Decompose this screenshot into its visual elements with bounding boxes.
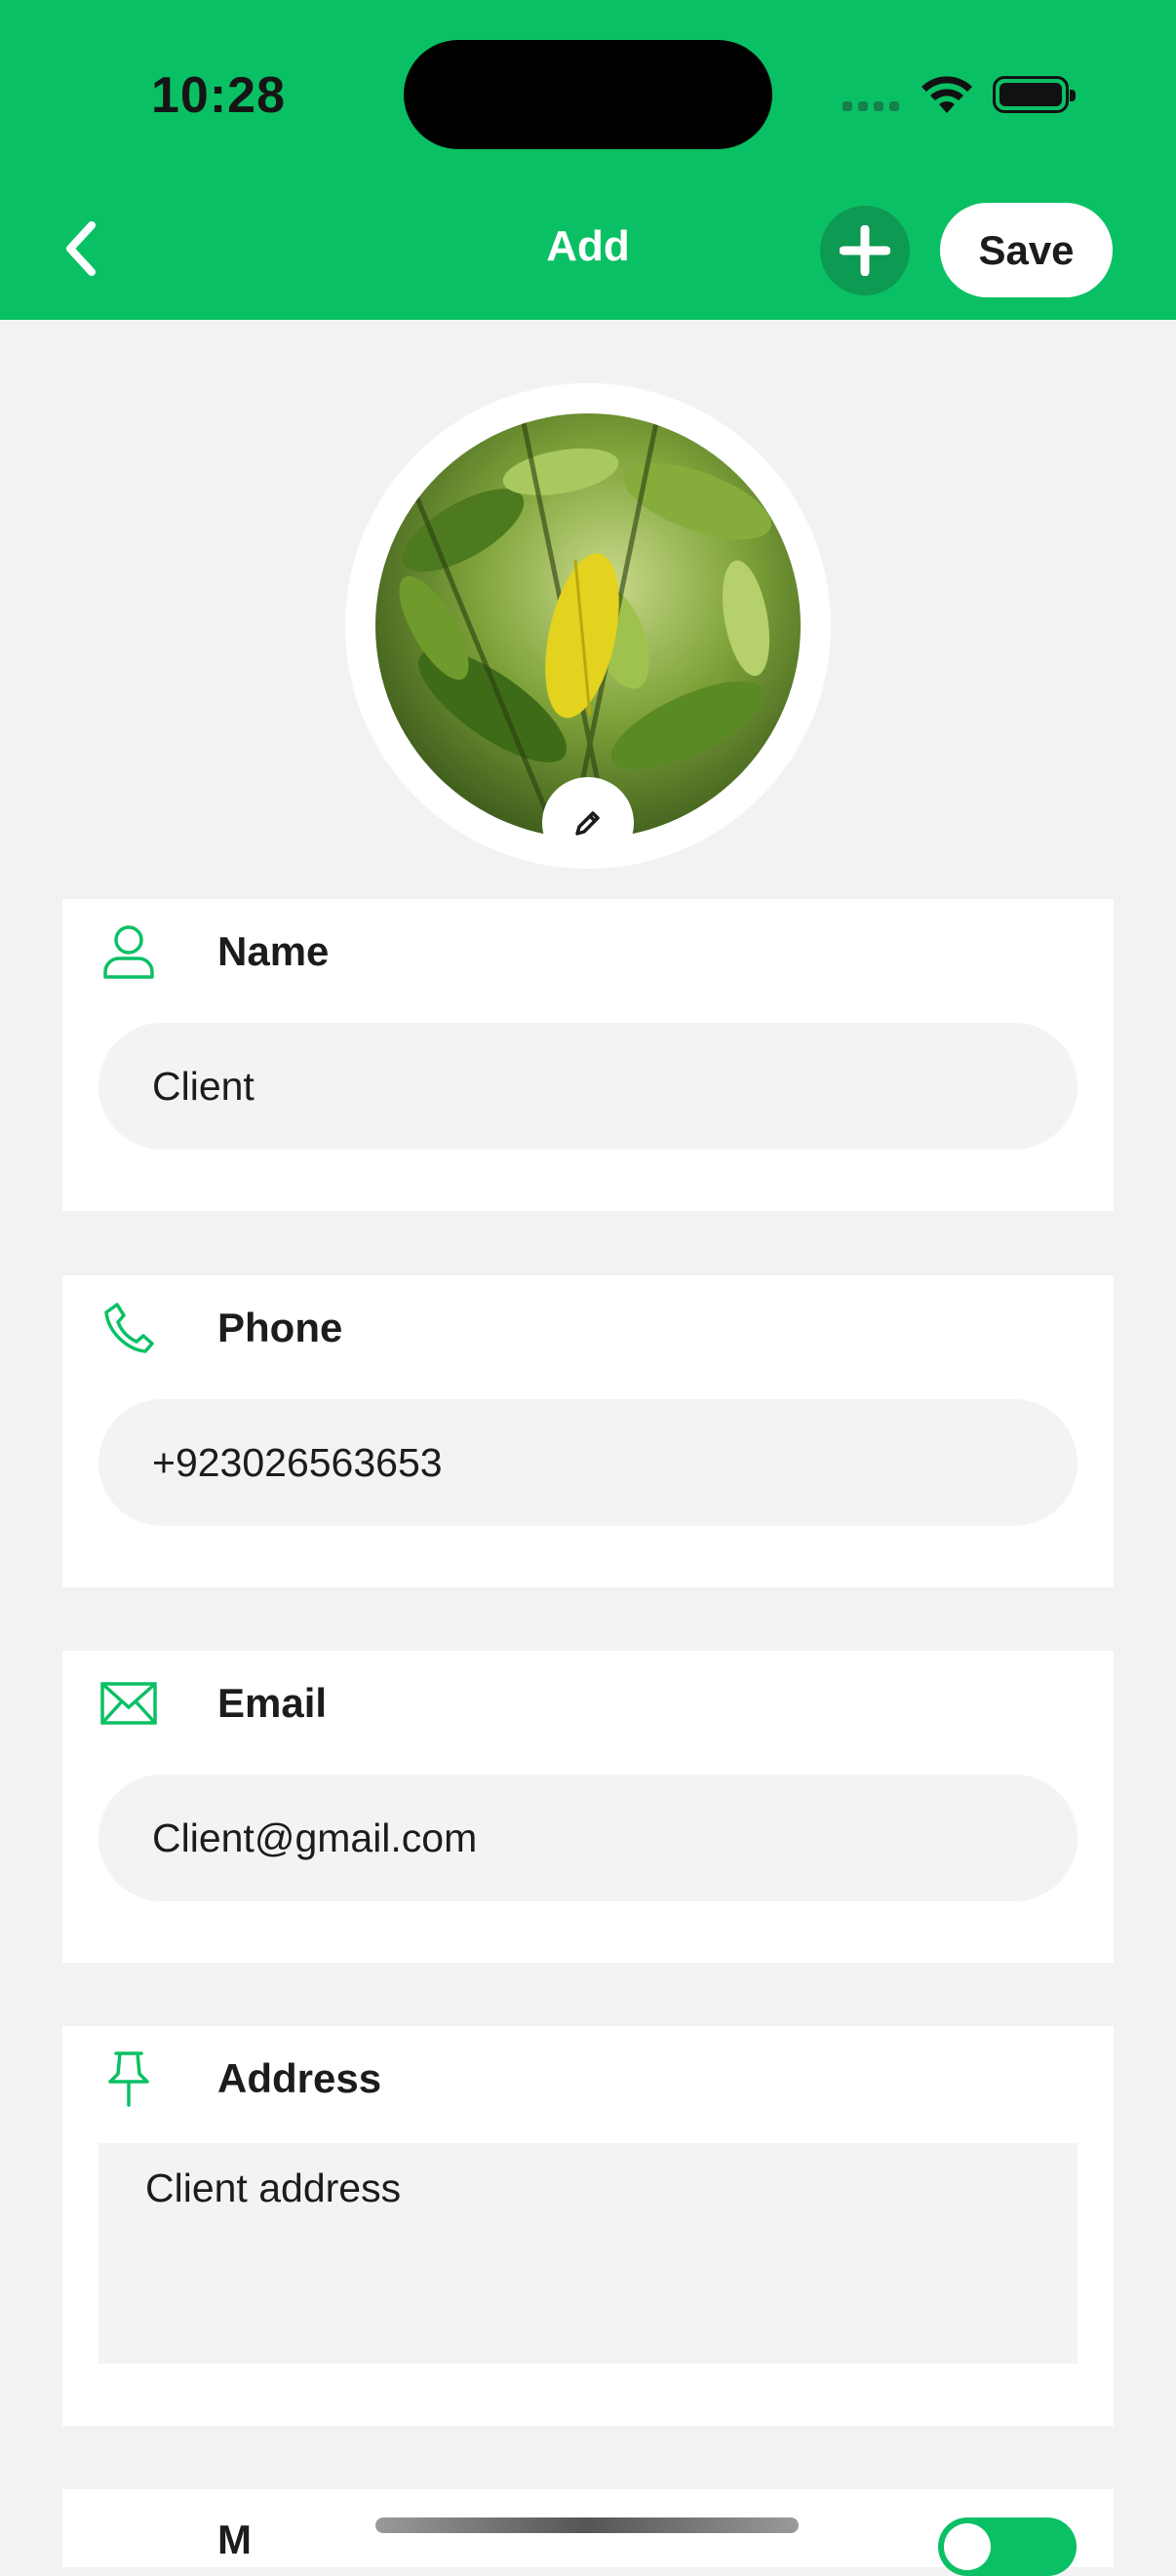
address-label: Address — [217, 2055, 382, 2101]
home-indicator — [375, 2517, 799, 2533]
section-toggle[interactable] — [938, 2517, 1077, 2576]
edit-photo-button[interactable] — [542, 777, 634, 869]
pin-icon — [99, 2049, 158, 2108]
cellular-signal-icon — [843, 101, 899, 111]
phone-field[interactable] — [98, 1399, 1078, 1526]
save-button[interactable]: Save — [940, 203, 1113, 297]
avatar-photo — [375, 413, 801, 839]
avatar[interactable] — [375, 413, 801, 839]
name-label: Name — [217, 928, 330, 974]
wifi-icon — [921, 76, 972, 113]
phone-card: Phone — [62, 1275, 1114, 1587]
person-icon — [99, 922, 158, 981]
status-time: 10:28 — [151, 67, 286, 124]
app-header: 10:28 Add Save — [0, 0, 1176, 320]
add-button[interactable] — [820, 206, 910, 295]
address-field[interactable]: Client address — [98, 2143, 1078, 2363]
envelope-icon — [99, 1674, 158, 1733]
phone-label: Phone — [217, 1305, 343, 1350]
pencil-icon — [575, 811, 600, 836]
plus-icon — [840, 225, 890, 276]
phone-icon — [99, 1299, 158, 1357]
name-field[interactable] — [98, 1023, 1078, 1150]
name-card: Name — [62, 899, 1114, 1211]
email-card: Email — [62, 1651, 1114, 1963]
address-card: Address Client address — [62, 2026, 1114, 2426]
battery-icon — [993, 76, 1076, 113]
dynamic-island — [404, 40, 772, 149]
email-field[interactable] — [98, 1775, 1078, 1901]
email-label: Email — [217, 1680, 328, 1726]
